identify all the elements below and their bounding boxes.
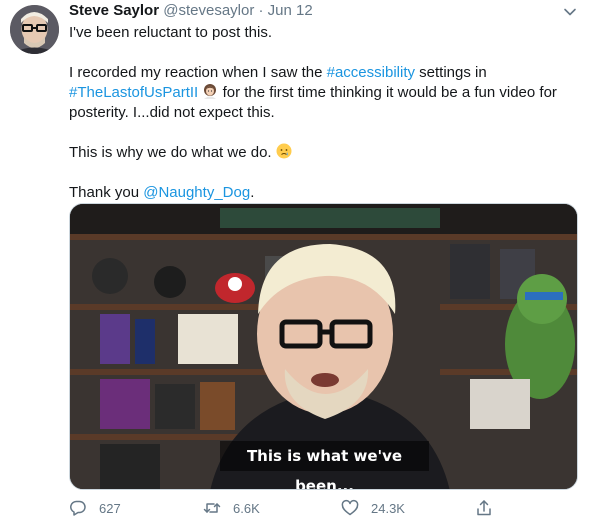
p4-text: Thank you (69, 184, 144, 201)
reply-count: 627 (99, 500, 121, 516)
reply-icon (70, 500, 86, 516)
share-button[interactable] (475, 497, 505, 519)
author-handle[interactable]: @stevesaylor (163, 2, 254, 19)
p3-text: This is why we do what we do. (69, 144, 272, 161)
p2-text-start: I recorded my reaction when I saw the (69, 64, 327, 81)
tweet-paragraph-4: Thank you @Naughty_Dog. (69, 183, 574, 203)
tweet-date[interactable]: Jun 12 (268, 2, 313, 19)
tweet: Steve Saylor @stevesaylor · Jun 12 I've … (0, 0, 589, 523)
retweet-button[interactable]: 6.6K (203, 497, 260, 519)
like-count: 24.3K (371, 500, 405, 516)
video-media[interactable]: This is what we've been... (69, 203, 578, 490)
retweet-count: 6.6K (233, 500, 260, 516)
hashtag-accessibility[interactable]: #accessibility (327, 64, 415, 81)
caret-down-icon[interactable] (562, 4, 578, 20)
p2-text-mid: settings in (415, 64, 487, 81)
tweet-paragraph-2: I recorded my reaction when I saw the #a… (69, 63, 574, 123)
tweet-body: I've been reluctant to post this. I reco… (69, 23, 574, 203)
reply-button[interactable]: 627 (69, 497, 121, 519)
tweet-actions: 627 6.6K 24.3K (69, 497, 574, 519)
author-name[interactable]: Steve Saylor (69, 2, 159, 19)
tweet-header: Steve Saylor @stevesaylor · Jun 12 (69, 1, 313, 21)
p4-text-end: . (250, 184, 255, 201)
avatar[interactable] (10, 5, 59, 54)
retweet-icon (203, 503, 221, 513)
tweet-line-1: I've been reluctant to post this. (69, 24, 272, 41)
video-caption: This is what we've been... (220, 441, 429, 489)
tweet-paragraph-3: This is why we do what we do. (69, 143, 574, 163)
separator-dot: · (258, 2, 264, 19)
like-icon (341, 499, 359, 516)
share-icon (477, 500, 491, 516)
mention-naughty-dog[interactable]: @Naughty_Dog (143, 184, 250, 201)
like-button[interactable]: 24.3K (341, 497, 405, 519)
woman-emoji-icon (204, 84, 217, 99)
hashtag-thelastofuspartii[interactable]: #TheLastofUsPartII (69, 84, 198, 101)
crying-face-emoji-icon (276, 143, 292, 159)
